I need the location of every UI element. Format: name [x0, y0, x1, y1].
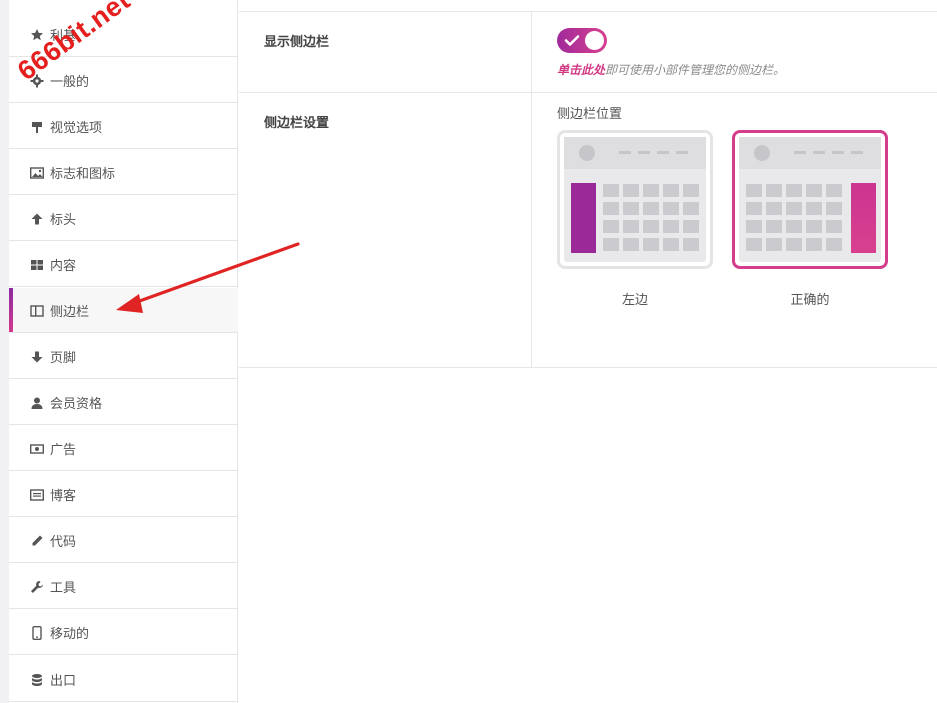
- arrow-up-icon: [30, 211, 44, 225]
- layout-option-left[interactable]: [557, 130, 713, 269]
- sidebar-item-membership[interactable]: 会员资格: [9, 380, 238, 425]
- sidebar-item-label: 移动的: [50, 626, 90, 642]
- sidebar-item-label: 代码: [50, 534, 77, 550]
- left-gutter: [0, 0, 9, 703]
- brush-icon: [30, 119, 44, 133]
- sidebar-item-label: 标志和图标: [50, 166, 116, 182]
- layout-option-right[interactable]: [732, 130, 888, 269]
- sidebar-item-blog[interactable]: 博客: [9, 472, 238, 517]
- sidebar-item-visual-options[interactable]: 视觉选项: [9, 104, 238, 149]
- sidebar-item-label: 内容: [50, 258, 77, 274]
- sidebar-item-label: 博客: [50, 488, 77, 504]
- grid-icon: [30, 257, 44, 271]
- sidebar-item-logo-icons[interactable]: 标志和图标: [9, 150, 238, 195]
- layout-option-left-label: 左边: [621, 293, 648, 308]
- sidebar-item-label: 会员资格: [50, 396, 103, 412]
- click-here-link[interactable]: 单击此处: [557, 63, 605, 77]
- sidebar-item-label: 视觉选项: [50, 120, 103, 136]
- user-icon: [30, 395, 44, 409]
- sidebar-item-label: 广告: [50, 442, 77, 458]
- show-sidebar-toggle[interactable]: [557, 28, 607, 53]
- check-icon: [564, 35, 580, 46]
- sidebar-item-content[interactable]: 内容: [9, 242, 238, 287]
- sidebar-icon: [30, 303, 44, 317]
- settings-panel: 显示侧边栏 单击此处即可使用小部件管理您的侧边栏。 侧边栏设置 侧边栏位置 左边…: [239, 0, 937, 703]
- sidebar-item-export[interactable]: 出口: [9, 657, 238, 702]
- sidebar-item-label: 侧边栏: [50, 304, 90, 320]
- pencil-icon: [30, 533, 44, 547]
- sidebar-item-label: 页脚: [50, 350, 77, 366]
- sidebar-item-code[interactable]: 代码: [9, 518, 238, 563]
- sidebar-item-label: 标头: [50, 212, 77, 228]
- sidebar-item-sidebar[interactable]: 侧边栏: [9, 288, 238, 333]
- database-icon: [30, 672, 44, 686]
- sidebar-item-label: 出口: [50, 673, 77, 689]
- settings-sidebar: 利基 一般的 视觉选项 标志和图标 标头 内容 侧边栏 页脚 会员资格 广告 博…: [9, 0, 238, 703]
- mobile-icon: [30, 625, 44, 641]
- sidebar-position-label: 侧边栏位置: [557, 107, 623, 122]
- money-icon: [29, 441, 45, 455]
- image-icon: [29, 165, 45, 179]
- sidebar-item-header[interactable]: 标头: [9, 196, 238, 241]
- toggle-knob: [585, 31, 604, 50]
- help-text-body: 即可使用小部件管理您的侧边栏。: [605, 63, 786, 77]
- widget-help-text: 单击此处即可使用小部件管理您的侧边栏。: [557, 61, 785, 78]
- sidebar-item-footer[interactable]: 页脚: [9, 334, 238, 379]
- sidebar-item-label: 一般的: [50, 74, 90, 90]
- sidebar-item-mobile[interactable]: 移动的: [9, 610, 238, 655]
- layout-option-right-label: 正确的: [790, 293, 830, 308]
- wrench-icon: [30, 579, 44, 593]
- sidebar-settings-title: 侧边栏设置: [264, 116, 330, 131]
- sidebar-item-tools[interactable]: 工具: [9, 564, 238, 609]
- list-icon: [29, 487, 45, 501]
- show-sidebar-title: 显示侧边栏: [264, 35, 330, 50]
- right-sidebar-layout-icon: [739, 137, 881, 262]
- arrow-down-icon: [30, 349, 44, 363]
- sidebar-settings-row: 侧边栏设置 侧边栏位置 左边 正确的: [239, 93, 937, 368]
- show-sidebar-row: 显示侧边栏 单击此处即可使用小部件管理您的侧边栏。: [239, 12, 937, 93]
- sidebar-item-label: 工具: [50, 580, 77, 596]
- left-sidebar-layout-icon: [564, 137, 706, 262]
- column-divider: [531, 12, 532, 367]
- sidebar-item-ads[interactable]: 广告: [9, 426, 238, 471]
